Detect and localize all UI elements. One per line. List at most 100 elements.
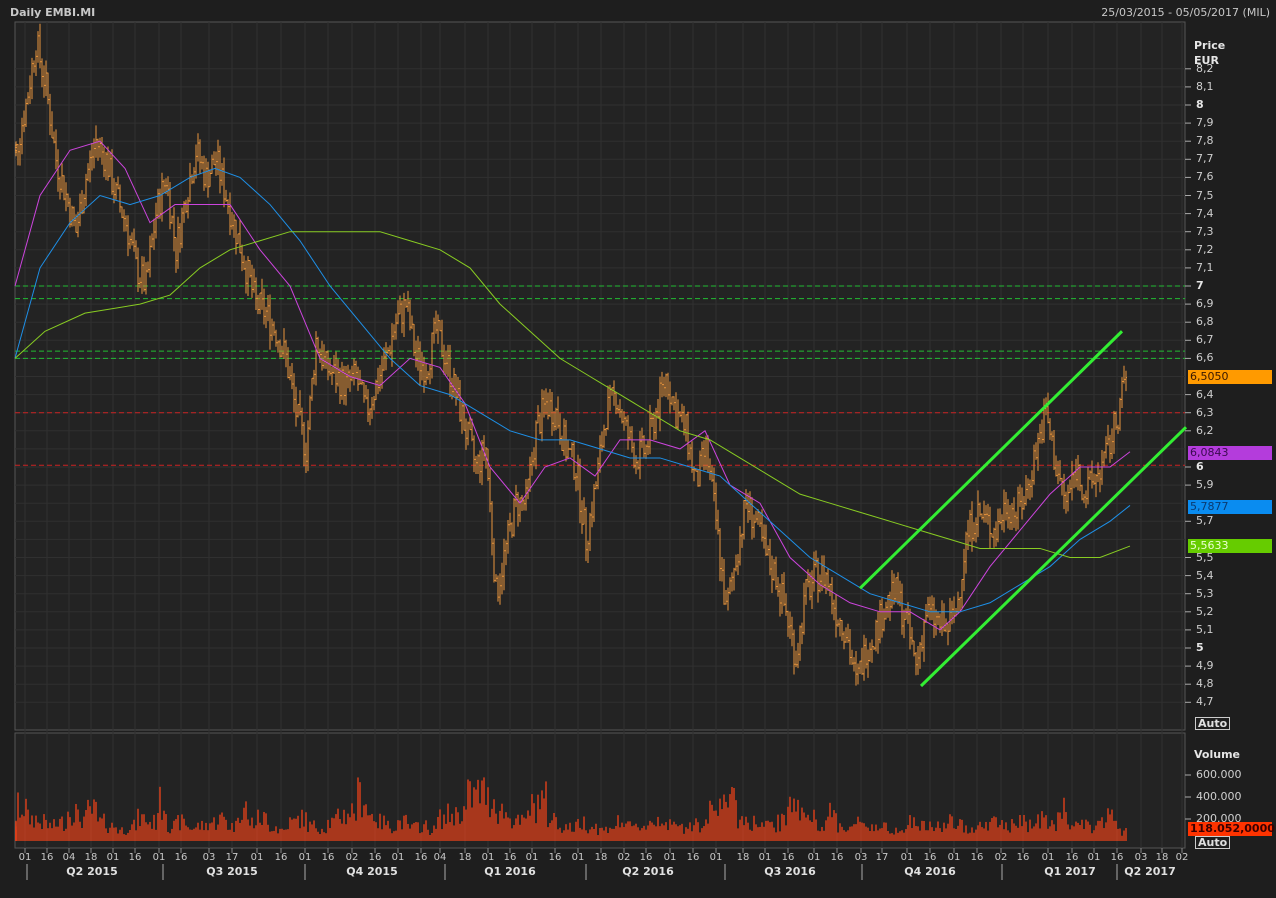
price-tick-label: 6,4 <box>1196 387 1214 401</box>
price-tick-label: 4,8 <box>1196 677 1214 691</box>
date-tick-label: 16 <box>923 852 937 863</box>
last-price-tag: 6,5050 <box>1188 370 1272 384</box>
price-tick-label: 4,7 <box>1196 695 1214 709</box>
date-tick-label: 04 <box>62 852 76 863</box>
price-tick-label: 7,8 <box>1196 134 1214 148</box>
quarter-label: Q1 2016 <box>484 865 536 878</box>
date-tick-label: 16 <box>503 852 517 863</box>
price-tick-label: 7,7 <box>1196 152 1214 166</box>
date-tick-label: 16 <box>1110 852 1124 863</box>
date-tick-label: 01 <box>758 852 772 863</box>
date-tick-label: 01 <box>947 852 961 863</box>
price-tick-label: 6,9 <box>1196 297 1214 311</box>
quarter-label: Q2 2016 <box>622 865 674 878</box>
price-tick-label: 7,4 <box>1196 206 1214 220</box>
date-tick-label: 18 <box>736 852 750 863</box>
date-tick-label: 01 <box>709 852 723 863</box>
price-tick-label: 6 <box>1196 460 1204 473</box>
date-tick-label: 18 <box>594 852 608 863</box>
price-tick-label: 5,2 <box>1196 604 1214 618</box>
date-tick-label: 04 <box>433 852 447 863</box>
price-tick-label: 6,7 <box>1196 333 1214 347</box>
quarter-label: Q4 2015 <box>346 865 398 878</box>
date-tick-label: 01 <box>663 852 677 863</box>
ma-slow-tag: 5,5633 <box>1188 539 1272 553</box>
date-tick-label: 18 <box>458 852 472 863</box>
date-tick-label: 03 <box>1134 852 1148 863</box>
price-tick-label: 6,2 <box>1196 423 1214 437</box>
date-tick-label: 01 <box>1041 852 1055 863</box>
date-tick-label: 17 <box>225 852 239 863</box>
price-tick-label: 6,8 <box>1196 315 1214 329</box>
date-tick-label: 16 <box>639 852 653 863</box>
price-tick-label: 7,1 <box>1196 260 1214 274</box>
date-tick-label: 03 <box>854 852 868 863</box>
date-tick-label: 16 <box>174 852 188 863</box>
price-tick-label: 8,1 <box>1196 79 1214 93</box>
price-tick-label: 5,9 <box>1196 478 1214 492</box>
date-tick-label: 16 <box>368 852 382 863</box>
date-tick-label: 01 <box>18 852 32 863</box>
date-tick-label: 01 <box>152 852 166 863</box>
ma-mid-tag: 5,7877 <box>1188 500 1272 514</box>
date-tick-label: 02 <box>345 852 359 863</box>
date-tick-label: 01 <box>807 852 821 863</box>
date-tick-label: 16 <box>1016 852 1030 863</box>
date-tick-label: 02 <box>994 852 1008 863</box>
date-tick-label: 16 <box>548 852 562 863</box>
date-tick-label: 16 <box>414 852 428 863</box>
price-tick-label: 5,1 <box>1196 622 1214 636</box>
date-tick-label: 16 <box>970 852 984 863</box>
volume-auto-scale-button[interactable]: Auto <box>1195 836 1231 849</box>
quarter-label: Q3 2016 <box>764 865 816 878</box>
quarter-label: Q4 2016 <box>904 865 956 878</box>
price-auto-scale-button[interactable]: Auto <box>1195 717 1231 730</box>
date-tick-label: 17 <box>875 852 889 863</box>
price-tick-label: 7,6 <box>1196 170 1214 184</box>
price-tick-label: 7,3 <box>1196 224 1214 238</box>
date-tick-label: 16 <box>274 852 288 863</box>
price-axis-title: Price <box>1194 39 1226 52</box>
date-tick-label: 01 <box>106 852 120 863</box>
last-volume-tag: 118.052,0000 <box>1188 822 1275 836</box>
price-tick-label: 7,5 <box>1196 188 1214 202</box>
date-tick-label: 01 <box>525 852 539 863</box>
quarter-label: Q2 2017 <box>1124 865 1176 878</box>
date-tick-label: 16 <box>686 852 700 863</box>
price-tick-label: 6,3 <box>1196 405 1214 419</box>
price-tick-label: 5,5 <box>1196 550 1214 564</box>
price-tick-label: 6,6 <box>1196 351 1214 365</box>
date-tick-label: 01 <box>481 852 495 863</box>
quarter-label: Q2 2015 <box>66 865 118 878</box>
ma-fast-tag: 6,0843 <box>1188 446 1272 460</box>
date-tick-label: 02 <box>617 852 631 863</box>
quarter-label: Q3 2015 <box>206 865 258 878</box>
price-tick-label: 5,3 <box>1196 586 1214 600</box>
quarter-label: Q1 2017 <box>1044 865 1096 878</box>
price-axis-currency: EUR <box>1194 54 1219 67</box>
date-tick-label: 18 <box>1155 852 1169 863</box>
date-tick-label: 01 <box>298 852 312 863</box>
date-tick-label: 01 <box>571 852 585 863</box>
price-tick-label: 4,9 <box>1196 659 1214 673</box>
price-tick-label: 5,7 <box>1196 514 1214 528</box>
price-tick-label: 7 <box>1196 279 1204 292</box>
date-tick-label: 16 <box>781 852 795 863</box>
date-tick-label: 16 <box>128 852 142 863</box>
price-tick-label: 7,2 <box>1196 242 1214 256</box>
volume-axis-title: Volume <box>1194 748 1240 761</box>
chart-window: Daily EMBI.MI 25/03/2015 - 05/05/2017 (M… <box>0 0 1276 898</box>
date-tick-label: 02 <box>1175 852 1189 863</box>
date-tick-label: 01 <box>250 852 264 863</box>
date-tick-label: 18 <box>84 852 98 863</box>
volume-tick-label: 600.000 <box>1196 768 1242 781</box>
date-tick-label: 01 <box>900 852 914 863</box>
price-tick-label: 5 <box>1196 641 1204 654</box>
date-tick-label: 16 <box>830 852 844 863</box>
date-tick-label: 16 <box>40 852 54 863</box>
volume-tick-label: 400.000 <box>1196 790 1242 803</box>
date-tick-label: 16 <box>1065 852 1079 863</box>
chart-canvas[interactable] <box>0 0 1276 898</box>
date-tick-label: 01 <box>1087 852 1101 863</box>
price-tick-label: 8 <box>1196 98 1204 111</box>
